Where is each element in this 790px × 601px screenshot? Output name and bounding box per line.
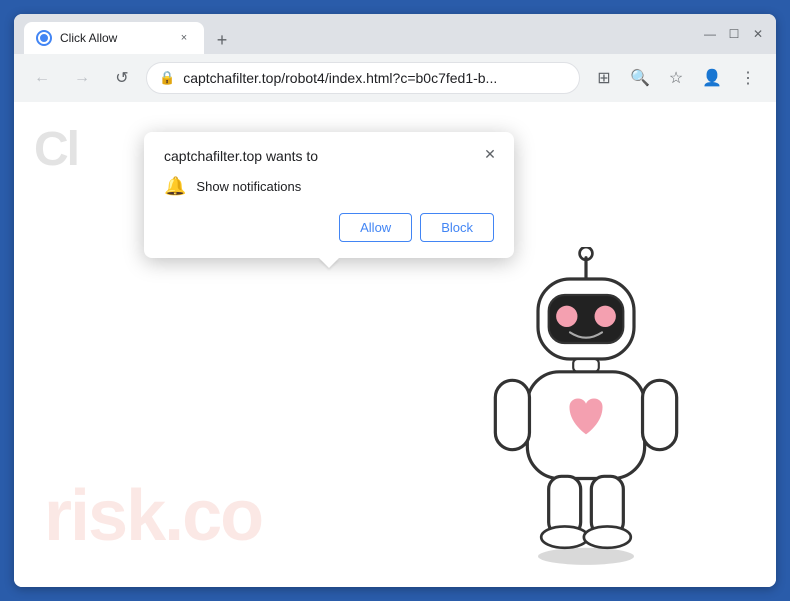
title-bar: Click Allow × + — ☐ ✕ (14, 14, 776, 54)
bell-icon: 🔔 (164, 176, 186, 197)
tab-title: Click Allow (60, 31, 168, 45)
tab-close-button[interactable]: × (176, 30, 192, 46)
address-text: captchafilter.top/robot4/index.html?c=b0… (183, 70, 567, 86)
search-icon[interactable]: 🔍 (624, 62, 656, 94)
profile-icon[interactable]: 👤 (696, 62, 728, 94)
webpage: Cl risk.co (14, 102, 776, 587)
address-bar[interactable]: 🔒 captchafilter.top/robot4/index.html?c=… (146, 62, 580, 94)
forward-button[interactable]: → (66, 62, 98, 94)
minimize-button[interactable]: — (702, 26, 718, 42)
browser-window: Click Allow × + — ☐ ✕ ← → ↺ 🔒 captchafil… (14, 14, 776, 587)
dialog-close-button[interactable]: ✕ (478, 142, 502, 166)
page-heading: Cl (34, 122, 78, 177)
maximize-button[interactable]: ☐ (726, 26, 742, 42)
translate-icon[interactable]: ⊞ (588, 62, 620, 94)
permission-text: Show notifications (196, 179, 301, 194)
allow-button[interactable]: Allow (339, 213, 412, 242)
close-button[interactable]: ✕ (750, 26, 766, 42)
site-watermark: risk.co (44, 475, 262, 557)
dialog-permission-row: 🔔 Show notifications (164, 176, 494, 197)
dialog-title: captchafilter.top wants to (164, 148, 494, 164)
block-button[interactable]: Block (420, 213, 494, 242)
reload-button[interactable]: ↺ (106, 62, 138, 94)
bookmark-icon[interactable]: ☆ (660, 62, 692, 94)
new-tab-button[interactable]: + (208, 26, 236, 54)
lock-icon: 🔒 (159, 70, 175, 86)
tab-favicon (36, 30, 52, 46)
window-controls: — ☐ ✕ (702, 26, 766, 42)
tab-area: Click Allow × + (24, 14, 694, 54)
back-button[interactable]: ← (26, 62, 58, 94)
dialog-arrow (319, 258, 339, 268)
permission-dialog: captchafilter.top wants to ✕ 🔔 Show noti… (144, 132, 514, 258)
navigation-bar: ← → ↺ 🔒 captchafilter.top/robot4/index.h… (14, 54, 776, 102)
active-tab[interactable]: Click Allow × (24, 22, 204, 54)
menu-icon[interactable]: ⋮ (732, 62, 764, 94)
nav-icons: ⊞ 🔍 ☆ 👤 ⋮ (588, 62, 764, 94)
dialog-buttons: Allow Block (164, 213, 494, 242)
robot-illustration (476, 247, 696, 567)
